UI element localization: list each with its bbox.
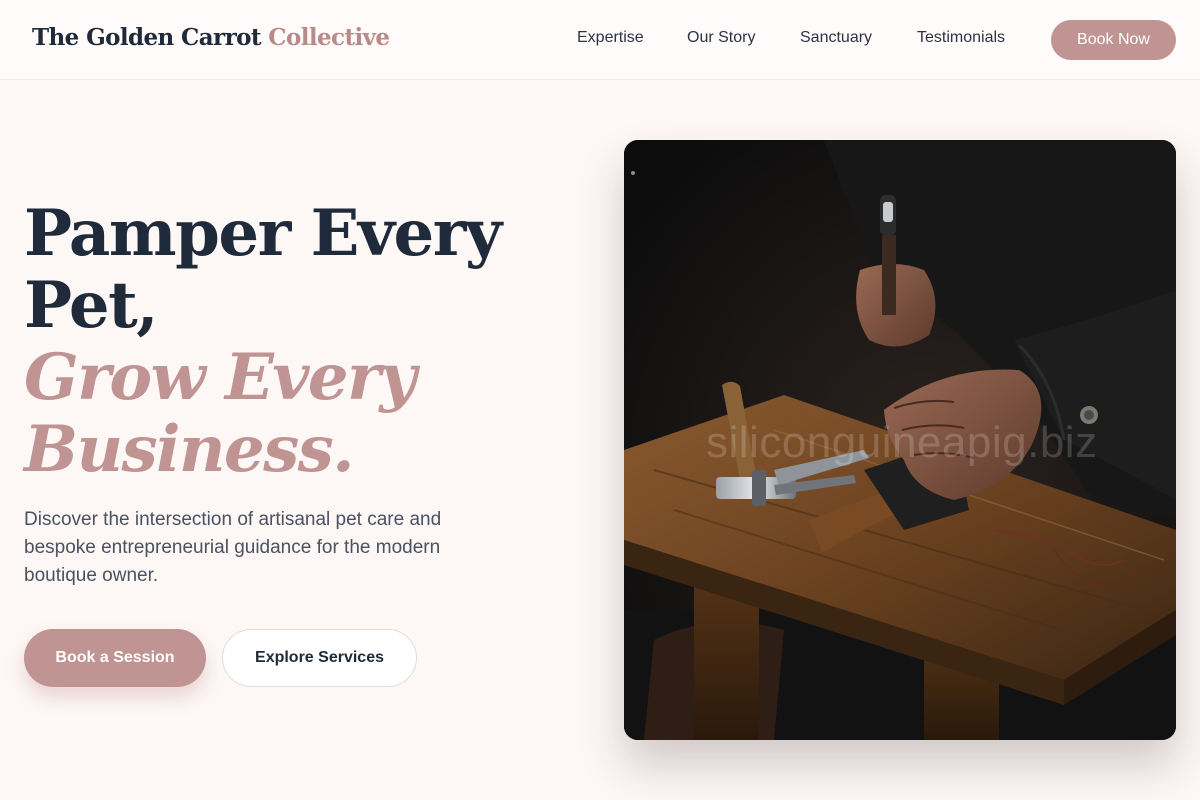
hero-image-card: siliconguineapig.biz [624, 140, 1176, 740]
headline-line-3: Grow Every [24, 340, 417, 415]
headline-line-2: Pet, [24, 268, 158, 343]
site-header: The Golden Carrot Collective Expertise O… [0, 0, 1200, 80]
logo-main-text: The Golden Carrot [32, 24, 261, 51]
nav-link-testimonials[interactable]: Testimonials [917, 29, 1005, 47]
headline-line-4: Business. [24, 412, 355, 487]
explore-services-button[interactable]: Explore Services [222, 629, 417, 687]
nav-link-expertise[interactable]: Expertise [577, 29, 644, 47]
nav-link-sanctuary[interactable]: Sanctuary [800, 29, 872, 47]
logo-accent-text: Collective [268, 24, 390, 51]
hero-headline: Pamper Every Pet, Grow Every Business. [24, 198, 544, 486]
hero-subtext: Discover the intersection of artisanal p… [24, 509, 442, 586]
site-logo[interactable]: The Golden Carrot Collective [32, 24, 390, 51]
image-watermark: siliconguineapig.biz [706, 418, 1098, 467]
book-a-session-button[interactable]: Book a Session [24, 629, 206, 687]
book-now-button[interactable]: Book Now [1051, 20, 1176, 60]
nav-link-our-story[interactable]: Our Story [687, 29, 755, 47]
headline-line-1: Pamper Every [24, 196, 502, 271]
